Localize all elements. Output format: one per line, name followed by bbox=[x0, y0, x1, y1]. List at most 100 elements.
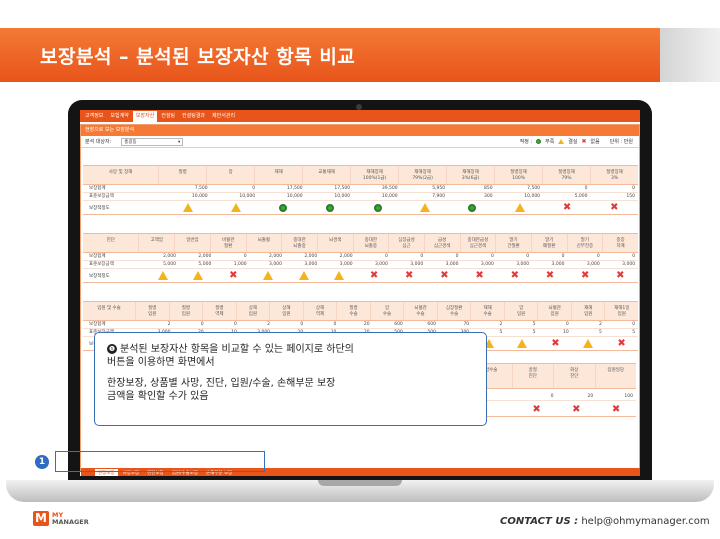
cross-icon: ✖ bbox=[611, 403, 621, 415]
status-cell: ✖ bbox=[517, 403, 557, 416]
status-cell bbox=[165, 201, 212, 214]
legend-warn: 결실 bbox=[568, 139, 578, 145]
unit-label: 단위 : 만원 bbox=[609, 139, 633, 145]
status-cell bbox=[572, 337, 605, 350]
section-1: 진단 고액암 일반암 비혈관 질환 뇌출혈 중대한 뇌졸중 뇌경색 중대한 뇌졸중 심장급성 심… bbox=[83, 233, 638, 283]
table-cell: 0 bbox=[233, 322, 237, 327]
table-cell: 0 bbox=[385, 254, 388, 259]
callout-box: ❶ 분석된 보장자산 항목을 비교할 수 있는 페이지로 하단의 버튼을 이용하면… bbox=[94, 332, 487, 426]
table-cell: 보장합계 bbox=[89, 186, 106, 191]
table-cell: 5,000 bbox=[574, 194, 588, 199]
table-row: 0 20 100 bbox=[471, 393, 636, 401]
table-cell: 100 bbox=[624, 394, 633, 399]
status-cell: ✖ bbox=[539, 337, 572, 350]
header-cell: 교통재해 bbox=[302, 166, 350, 184]
section-header: 진단 고액암 일반암 비혈관 질환 뇌출혈 중대한 뇌졸중 뇌경색 중대한 뇌졸중 심장급성 심… bbox=[83, 233, 638, 253]
circle-icon bbox=[279, 203, 288, 212]
table-cell: 17,500 bbox=[286, 186, 303, 191]
header-cell: 상해 입원 bbox=[235, 302, 270, 320]
callout-number: ❶ bbox=[107, 344, 117, 354]
table-cell: 10,000 bbox=[286, 194, 303, 199]
tab-4[interactable]: 컨설팅결과 bbox=[179, 111, 208, 122]
legend-good: 부족 bbox=[545, 139, 555, 145]
header-cell: 입원 및 수술 bbox=[97, 306, 121, 311]
header-cell: 심장질환 수술 bbox=[436, 302, 471, 320]
status-cell: ✖ bbox=[596, 403, 636, 416]
status-cell bbox=[286, 269, 321, 282]
table-cell: 5,950 bbox=[432, 186, 446, 191]
panel-title: 현장으로 보는 보장분석 bbox=[81, 125, 639, 136]
table-cell: 10,000 bbox=[524, 194, 541, 199]
table-cell: 0 bbox=[455, 254, 459, 259]
status-cell bbox=[496, 201, 543, 214]
chevron-down-icon: ▾ bbox=[178, 139, 181, 145]
table-cell: 1,000 bbox=[233, 262, 247, 267]
header-cell: 질병장해 100% bbox=[494, 166, 542, 184]
header-cell: 뇌경색 bbox=[316, 234, 353, 252]
cross-icon: ✖ bbox=[562, 201, 572, 213]
table-cell: 0 bbox=[632, 186, 636, 191]
table-cell: 0 bbox=[632, 322, 636, 327]
status-cell: ✖ bbox=[392, 269, 427, 282]
header-cell: 화상 진단 bbox=[553, 364, 595, 388]
status-cell: ✖ bbox=[605, 337, 638, 350]
header-cell: 암 입원 bbox=[503, 302, 538, 320]
table-cell: 10,000 bbox=[239, 194, 256, 199]
cross-icon: ✖ bbox=[580, 269, 590, 281]
status-cell bbox=[449, 201, 496, 214]
table-cell: 0 bbox=[561, 254, 565, 259]
contact-label: CONTACT US : bbox=[500, 516, 579, 527]
status-cell: ✖ bbox=[356, 269, 391, 282]
table-cell: 20 bbox=[363, 322, 370, 327]
header-cell: 질병 역제 bbox=[202, 302, 236, 320]
table-cell: 2,000 bbox=[339, 254, 353, 259]
header-cell: 입원일당 bbox=[594, 364, 637, 388]
header-cell: 중대한 뇌졸중 bbox=[352, 234, 389, 252]
header-cell: 중증 치매 bbox=[602, 234, 638, 252]
header-cell: 질병 수술 bbox=[336, 302, 370, 320]
table-cell: 10 bbox=[563, 330, 569, 335]
triangle-icon bbox=[514, 203, 525, 212]
triangle-icon bbox=[517, 339, 528, 348]
table-cell: 150 bbox=[626, 194, 636, 199]
cross-icon: ✖ bbox=[616, 269, 625, 281]
table-cell: 5,000 bbox=[198, 262, 212, 267]
header-cell: 질병 입원 bbox=[135, 302, 169, 320]
legend: 적정 : 부족 결실 ✖ 없음 단위 : 만원 bbox=[520, 138, 633, 145]
header-cell: 질병장해 79% bbox=[542, 166, 590, 184]
table-cell: 3,000 bbox=[339, 262, 353, 267]
table-cell: 2,000 bbox=[269, 254, 282, 259]
tab-1[interactable]: 보험계약 bbox=[107, 111, 131, 122]
table-cell: 3,000 bbox=[445, 262, 459, 267]
table-cell: 3,000 bbox=[374, 262, 388, 267]
status-cell: ✖ bbox=[557, 403, 597, 416]
bottom-tabs-highlight bbox=[55, 451, 265, 472]
header-cell: 재해1일 입원 bbox=[604, 302, 638, 320]
header-cell: 중대한 뇌졸중 bbox=[281, 234, 317, 252]
triangle-icon bbox=[298, 271, 309, 280]
tab-2[interactable]: 보장자산 bbox=[132, 111, 158, 122]
legend-label: 적정 : bbox=[519, 139, 533, 145]
table-row: 보장합계 7,500 0 17,500 17,500 39,500 5,950 850 7,50… bbox=[83, 185, 638, 193]
table-cell: 0 bbox=[420, 254, 424, 259]
table-cell: 7,500 bbox=[527, 186, 541, 191]
triangle-icon bbox=[183, 203, 194, 212]
triangle-icon bbox=[230, 203, 241, 212]
header-cell: 말기 신부전증 bbox=[566, 234, 603, 252]
laptop-notch bbox=[318, 480, 402, 486]
table-cell: 0 bbox=[300, 322, 304, 327]
table-cell: 10,000 bbox=[334, 194, 351, 199]
header-cell: 상해 입원 bbox=[269, 302, 303, 320]
tab-0[interactable]: 고객정보 bbox=[82, 111, 106, 122]
table-cell: 3,000 bbox=[586, 262, 600, 267]
table-cell: 10,000 bbox=[191, 194, 208, 199]
tab-3[interactable]: 컨설팅 bbox=[158, 111, 178, 122]
table-cell: 3,000 bbox=[410, 262, 424, 267]
table-cell: 0 bbox=[252, 186, 256, 191]
circle-icon bbox=[536, 139, 542, 144]
subject-select[interactable]: 홍길동 ▾ bbox=[121, 137, 184, 146]
table-cell: 70 bbox=[463, 322, 470, 327]
triangle-icon bbox=[558, 139, 565, 144]
triangle-icon bbox=[263, 271, 274, 280]
tab-5[interactable]: 제안서관리 bbox=[209, 111, 238, 122]
